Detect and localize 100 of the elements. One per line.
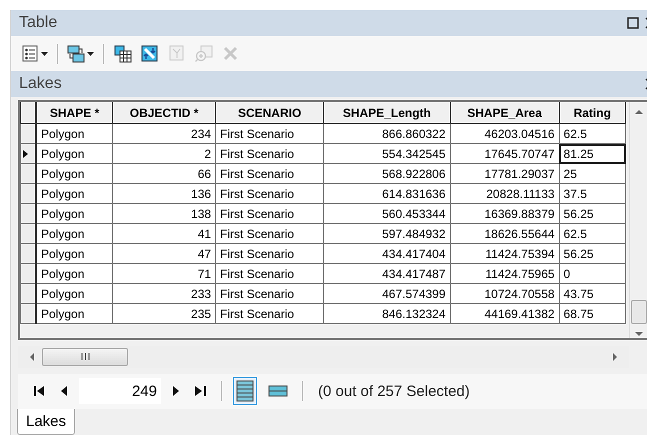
row-selector[interactable] — [20, 264, 36, 284]
table-cell: 846.132324 — [324, 304, 450, 324]
table-cell: 467.574399 — [324, 284, 450, 304]
zoom-icon — [194, 44, 213, 64]
table-cell: 434.417404 — [324, 244, 450, 264]
caret-icon — [87, 52, 94, 56]
maximize-icon[interactable] — [627, 16, 639, 29]
table-cell: 62.5 — [559, 224, 626, 244]
table-cell: 11424.75965 — [450, 264, 560, 284]
table-cell: 136 — [112, 184, 216, 204]
table-cell: First Scenario — [216, 264, 324, 284]
table-cell: First Scenario — [216, 184, 324, 204]
table-cell: Polygon — [36, 164, 113, 184]
table-cell: 434.417487 — [324, 264, 450, 284]
table-cell: First Scenario — [216, 164, 324, 184]
select-icon — [113, 44, 132, 64]
row-selector[interactable] — [20, 144, 36, 164]
row-selector[interactable] — [20, 244, 36, 264]
table-cell: 10724.70558 — [450, 284, 560, 304]
scroll-right-icon[interactable] — [611, 352, 619, 361]
table-cell: First Scenario — [216, 224, 324, 244]
switch-icon — [140, 44, 159, 64]
previous-icon — [61, 386, 67, 396]
table-cell: First Scenario — [216, 284, 324, 304]
window-title: Table — [19, 14, 58, 32]
row-selector[interactable] — [20, 304, 36, 324]
table-cell: First Scenario — [216, 244, 324, 264]
table-cell: 47 — [112, 244, 216, 264]
table-cell: 68.75 — [559, 304, 626, 324]
table-cell: 16369.88379 — [450, 204, 560, 224]
table-cell: 138 — [112, 204, 216, 224]
table-cell: 597.484932 — [324, 224, 450, 244]
table-cell: Polygon — [36, 264, 113, 284]
table-cell: 568.922806 — [324, 164, 450, 184]
table-cell: 44169.41382 — [450, 304, 560, 324]
scrollbar-thumb[interactable] — [630, 300, 646, 324]
column-header[interactable]: SHAPE_Length — [324, 102, 450, 124]
table-cell: 56.25 — [559, 204, 626, 224]
column-header[interactable]: Rating — [559, 102, 626, 124]
table-cell: 25 — [559, 164, 626, 184]
table-cell: First Scenario — [216, 204, 324, 224]
table-cell: Polygon — [36, 204, 113, 224]
table-cell: Polygon — [36, 224, 113, 244]
table-cell: 866.860322 — [324, 124, 450, 144]
table-cell: 66 — [112, 164, 216, 184]
scrollbar-thumb[interactable] — [42, 348, 128, 366]
table-cell: Polygon — [36, 184, 113, 204]
selected-records-icon — [268, 385, 288, 398]
scroll-down-icon[interactable] — [634, 330, 642, 338]
next-icon — [173, 386, 179, 396]
record-field[interactable]: 249 — [79, 378, 161, 404]
last-icon — [195, 386, 206, 396]
table-cell: Polygon — [36, 144, 113, 164]
table-cell: 43.75 — [559, 284, 626, 304]
table-cell: First Scenario — [216, 304, 324, 324]
view-button[interactable] — [233, 377, 257, 406]
table-cell: 0 — [559, 264, 626, 284]
row-selector[interactable] — [20, 184, 36, 204]
options-icon — [21, 44, 40, 64]
table-cell: 560.453344 — [324, 204, 450, 224]
column-header[interactable]: SCENARIO — [216, 102, 324, 124]
scroll-up-icon[interactable] — [634, 108, 642, 116]
table-cell: Polygon — [36, 244, 113, 264]
all-records-icon — [236, 380, 254, 402]
scroll-left-icon[interactable] — [28, 352, 36, 361]
row-selector[interactable] — [20, 164, 36, 184]
row-selector[interactable] — [20, 204, 36, 224]
table-cell: Polygon — [36, 124, 113, 144]
column-header[interactable]: SHAPE * — [36, 102, 113, 124]
table-cell: 614.831636 — [324, 184, 450, 204]
table-cell: 46203.04516 — [450, 124, 560, 144]
table-cell: 81.25 — [559, 144, 626, 164]
table-cell: Polygon — [36, 284, 113, 304]
table-cell: 11424.75394 — [450, 244, 560, 264]
table-cell: 71 — [112, 264, 216, 284]
table-cell: First Scenario — [216, 144, 324, 164]
table-cell: 2 — [112, 144, 216, 164]
table-cell: 233 — [112, 284, 216, 304]
column-header[interactable]: OBJECTID * — [112, 102, 216, 124]
table-cell: 554.342545 — [324, 144, 450, 164]
vertical-scrollbar[interactable] — [629, 102, 647, 338]
column-header[interactable]: SHAPE_Area — [450, 102, 560, 124]
table-cell: 17645.70747 — [450, 144, 560, 164]
table-cell: 37.5 — [559, 184, 626, 204]
table-cell: 234 — [112, 124, 216, 144]
row-selector[interactable] — [20, 284, 36, 304]
grip-icon — [80, 353, 90, 360]
table-cell: Polygon — [36, 304, 113, 324]
table-cell: 62.5 — [559, 124, 626, 144]
table-cell: 18626.55644 — [450, 224, 560, 244]
related-icon — [67, 44, 86, 64]
row-selector[interactable] — [20, 124, 36, 144]
table-cell: 20828.11133 — [450, 184, 560, 204]
row-selector[interactable] — [20, 224, 36, 244]
table-cell: 235 — [112, 304, 216, 324]
current-row-icon — [23, 150, 28, 158]
table-cell: 56.25 — [559, 244, 626, 264]
table-cell: First Scenario — [216, 124, 324, 144]
selection-status: (0 out of 257 Selected) — [318, 382, 470, 400]
table-tab[interactable]: Lakes — [17, 409, 76, 435]
